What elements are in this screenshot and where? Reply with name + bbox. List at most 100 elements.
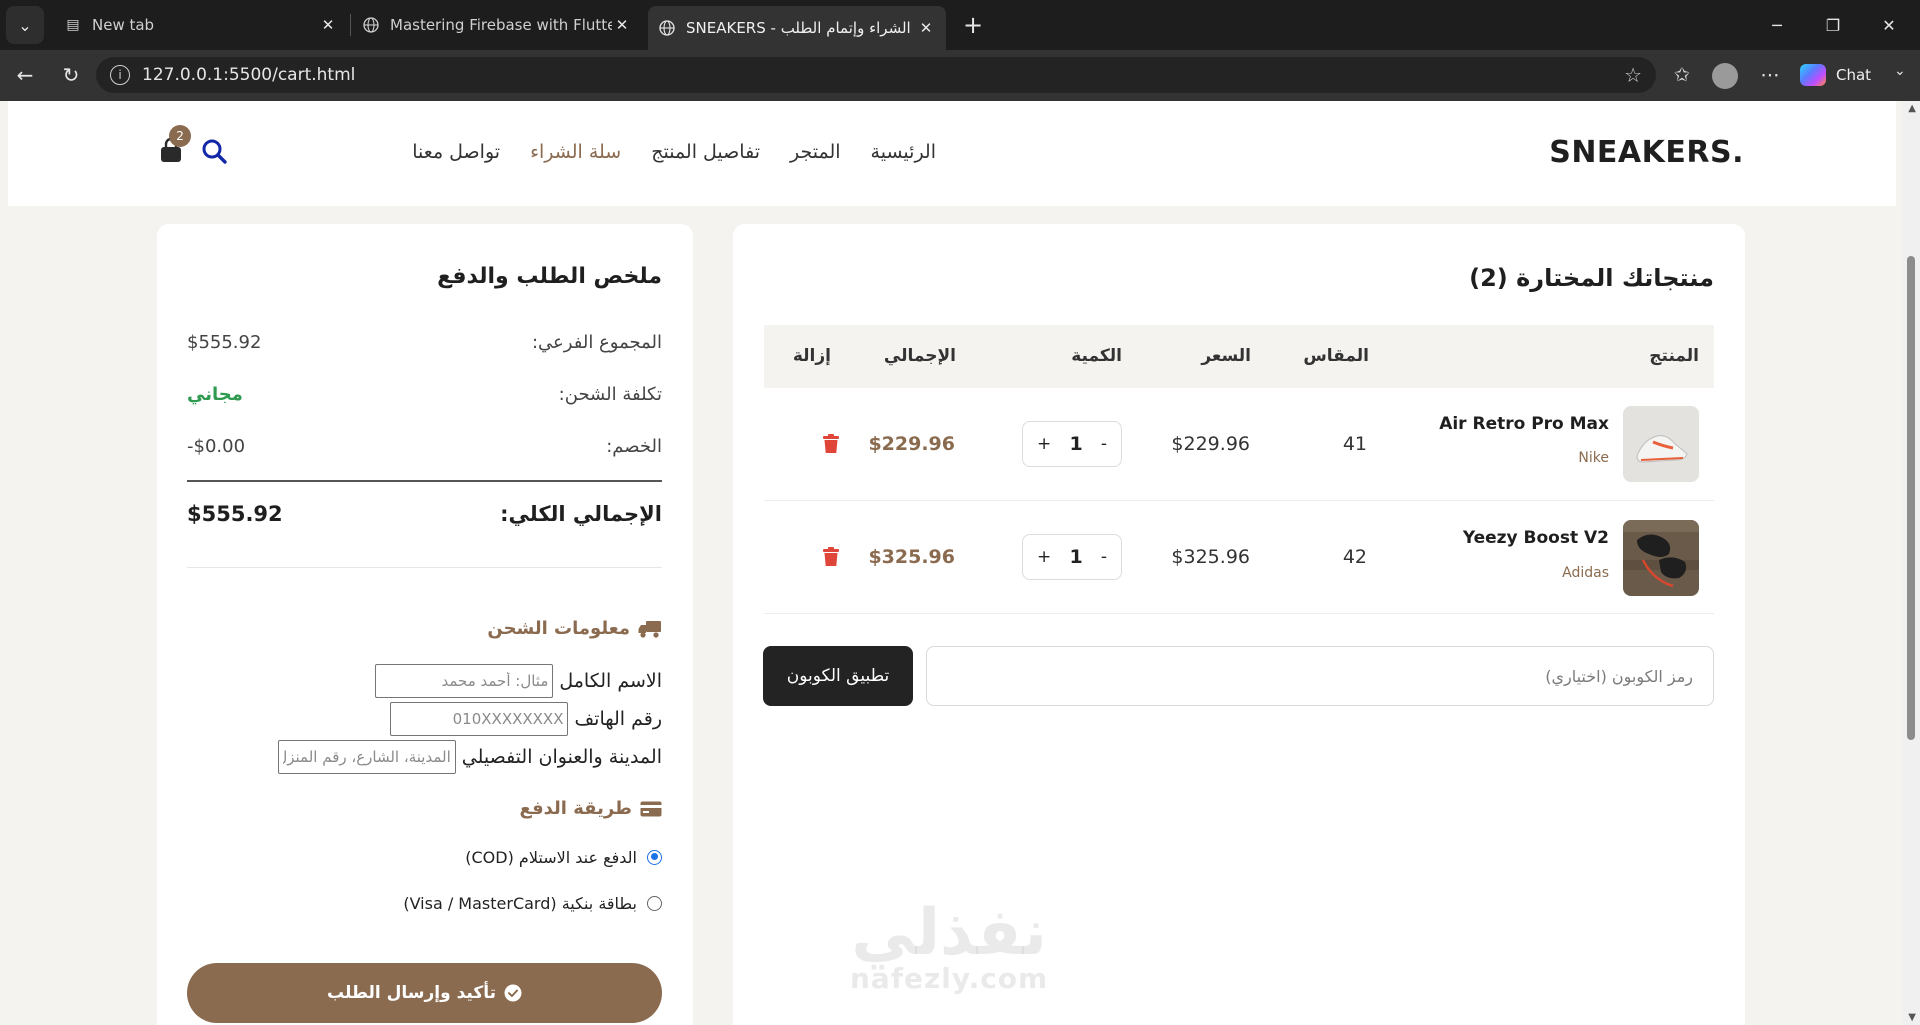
summary-title: ملخص الطلب والدفع — [437, 264, 662, 289]
close-tab-icon[interactable]: ✕ — [612, 16, 632, 34]
phone-input[interactable] — [390, 702, 569, 736]
discount-value: -$0.00 — [187, 436, 246, 457]
tab-firebase[interactable]: Mastering Firebase with Flutter - In ✕ — [352, 7, 642, 43]
globe-icon — [658, 19, 676, 37]
chat-label: Chat — [1836, 66, 1872, 84]
tab-sneakers-cart[interactable]: SNEAKERS - سلة الشراء وإتمام الطلب ✕ — [648, 6, 946, 50]
discount-label: الخصم: — [606, 436, 662, 457]
product-name[interactable]: Air Retro Pro Max — [1439, 414, 1609, 434]
copilot-chat-button[interactable]: Chat — [1800, 60, 1871, 90]
scrollbar-thumb[interactable] — [1907, 256, 1915, 740]
tab-label: Mastering Firebase with Flutter - In — [390, 16, 612, 34]
col-product: المنتج — [1649, 346, 1699, 366]
product-image-air-retro[interactable] — [1623, 406, 1699, 482]
nav-product-details[interactable]: تفاصيل المنتج — [651, 141, 760, 163]
main-nav: الرئيسية المتجر تفاصيل المنتج سلة الشراء… — [412, 141, 936, 163]
payment-method-heading: طريقة الدفع — [520, 798, 662, 819]
product-image-yeezy[interactable] — [1623, 520, 1699, 596]
close-tab-icon[interactable]: ✕ — [318, 16, 338, 34]
quantity-value: 1 — [1069, 433, 1083, 455]
products-title: منتجاتك المختارة (2) — [1469, 264, 1714, 292]
address-label: المدينة والعنوان التفصيلي — [461, 746, 662, 768]
full-name-label: الاسم الكامل — [559, 670, 662, 692]
product-price: $229.96 — [1171, 433, 1250, 455]
site-info-icon[interactable]: i — [110, 65, 130, 85]
shipping-info-heading: معلومات الشحن — [487, 618, 662, 639]
new-tab-plus-icon[interactable]: + — [958, 10, 988, 40]
product-brand: Nike — [1578, 450, 1609, 466]
address-bar[interactable]: i 127.0.0.1:5500/cart.html ☆ — [96, 57, 1656, 93]
copilot-logo-icon — [1800, 64, 1826, 86]
site-logo[interactable]: SNEAKERS. — [1549, 135, 1744, 170]
bookmark-star-icon[interactable]: ☆ — [1624, 63, 1642, 87]
profile-avatar[interactable] — [1712, 63, 1738, 89]
tab-new-tab[interactable]: ▤ New tab ✕ — [54, 7, 348, 43]
product-size: 42 — [1342, 546, 1367, 568]
favorites-icon[interactable]: ✩ — [1666, 59, 1698, 91]
confirm-order-label: تأكيد وإرسال الطلب — [327, 983, 496, 1003]
cart-table-header: المنتج المقاس السعر الكمية الإجمالي إزال… — [764, 325, 1714, 388]
row-divider — [764, 613, 1714, 614]
scroll-down-arrow-icon[interactable]: ▼ — [1908, 1012, 1916, 1023]
minimize-icon[interactable]: ─ — [1752, 8, 1802, 42]
nav-contact[interactable]: تواصل معنا — [412, 141, 500, 163]
trash-icon[interactable] — [820, 434, 840, 456]
radio-cod[interactable] — [647, 849, 662, 865]
increase-qty-button[interactable]: + — [1037, 547, 1051, 567]
col-size: المقاس — [1303, 346, 1369, 366]
payment-option-cod[interactable]: الدفع عند الاستلام (COD) — [465, 846, 662, 868]
page-viewport: SNEAKERS. الرئيسية المتجر تفاصيل المنتج … — [0, 101, 1920, 1025]
new-tab-page-icon: ▤ — [66, 17, 80, 33]
globe-icon — [362, 16, 380, 34]
address-row: المدينة والعنوان التفصيلي — [277, 740, 662, 774]
more-options-icon[interactable]: ⋯ — [1754, 59, 1786, 91]
nav-home[interactable]: الرئيسية — [871, 141, 936, 163]
decrease-qty-button[interactable]: - — [1101, 547, 1107, 567]
full-name-input[interactable] — [375, 664, 554, 698]
close-tab-icon[interactable]: ✕ — [916, 19, 936, 37]
payment-method-title: طريقة الدفع — [519, 798, 632, 819]
increase-qty-button[interactable]: + — [1037, 434, 1051, 454]
site-header: SNEAKERS. الرئيسية المتجر تفاصيل المنتج … — [8, 101, 1896, 206]
product-name[interactable]: Yeezy Boost V2 — [1463, 528, 1609, 548]
page-scrollbar[interactable]: ▲ ▼ — [1902, 101, 1920, 1025]
apply-coupon-button[interactable]: تطبيق الكوبون — [763, 646, 913, 706]
product-total: $229.96 — [868, 433, 955, 455]
check-circle-icon — [504, 984, 522, 1002]
shipping-value: مجاني — [187, 384, 243, 405]
search-icon[interactable] — [198, 137, 228, 167]
chevron-down-icon[interactable]: ⌄ — [1894, 63, 1906, 79]
nav-cart[interactable]: سلة الشراء — [530, 141, 621, 163]
payment-option-label: بطاقة بنكية (Visa / MasterCard) — [403, 893, 637, 913]
grand-total-value: $555.92 — [187, 502, 283, 526]
decrease-qty-button[interactable]: - — [1101, 434, 1107, 454]
restore-icon[interactable]: ❐ — [1808, 8, 1858, 42]
quantity-stepper: + 1 - — [1022, 534, 1122, 580]
grand-total-label: الإجمالي الكلي: — [500, 502, 662, 526]
payment-option-label: الدفع عند الاستلام (COD) — [465, 847, 637, 867]
phone-label: رقم الهاتف — [574, 708, 662, 730]
tab-actions-chevron-icon[interactable]: ⌄ — [6, 6, 44, 44]
scroll-up-arrow-icon[interactable]: ▲ — [1908, 103, 1916, 114]
close-window-icon[interactable]: ✕ — [1864, 8, 1914, 42]
reload-icon[interactable]: ↻ — [54, 58, 88, 92]
shipping-label: تكلفة الشحن: — [558, 384, 662, 405]
back-arrow-icon[interactable]: ← — [8, 58, 42, 92]
radio-card[interactable] — [647, 895, 662, 911]
tab-label: New tab — [92, 16, 155, 34]
product-total: $325.96 — [868, 546, 955, 568]
product-price: $325.96 — [1171, 546, 1250, 568]
product-size: 41 — [1342, 433, 1367, 455]
payment-option-card[interactable]: بطاقة بنكية (Visa / MasterCard) — [403, 892, 662, 914]
quantity-value: 1 — [1069, 546, 1083, 568]
coupon-input[interactable] — [926, 646, 1714, 706]
nav-shop[interactable]: المتجر — [790, 141, 841, 163]
row-divider — [764, 500, 1714, 501]
trash-icon[interactable] — [820, 547, 840, 569]
subtotal-label: المجموع الفرعي: — [531, 332, 662, 353]
address-input[interactable] — [277, 740, 456, 774]
browser-toolbar: ← ↻ i 127.0.0.1:5500/cart.html ☆ ✩ ⋯ Cha… — [0, 50, 1920, 101]
shipping-info-title: معلومات الشحن — [487, 618, 630, 639]
product-brand: Adidas — [1562, 565, 1609, 581]
confirm-order-button[interactable]: تأكيد وإرسال الطلب — [187, 963, 662, 1023]
